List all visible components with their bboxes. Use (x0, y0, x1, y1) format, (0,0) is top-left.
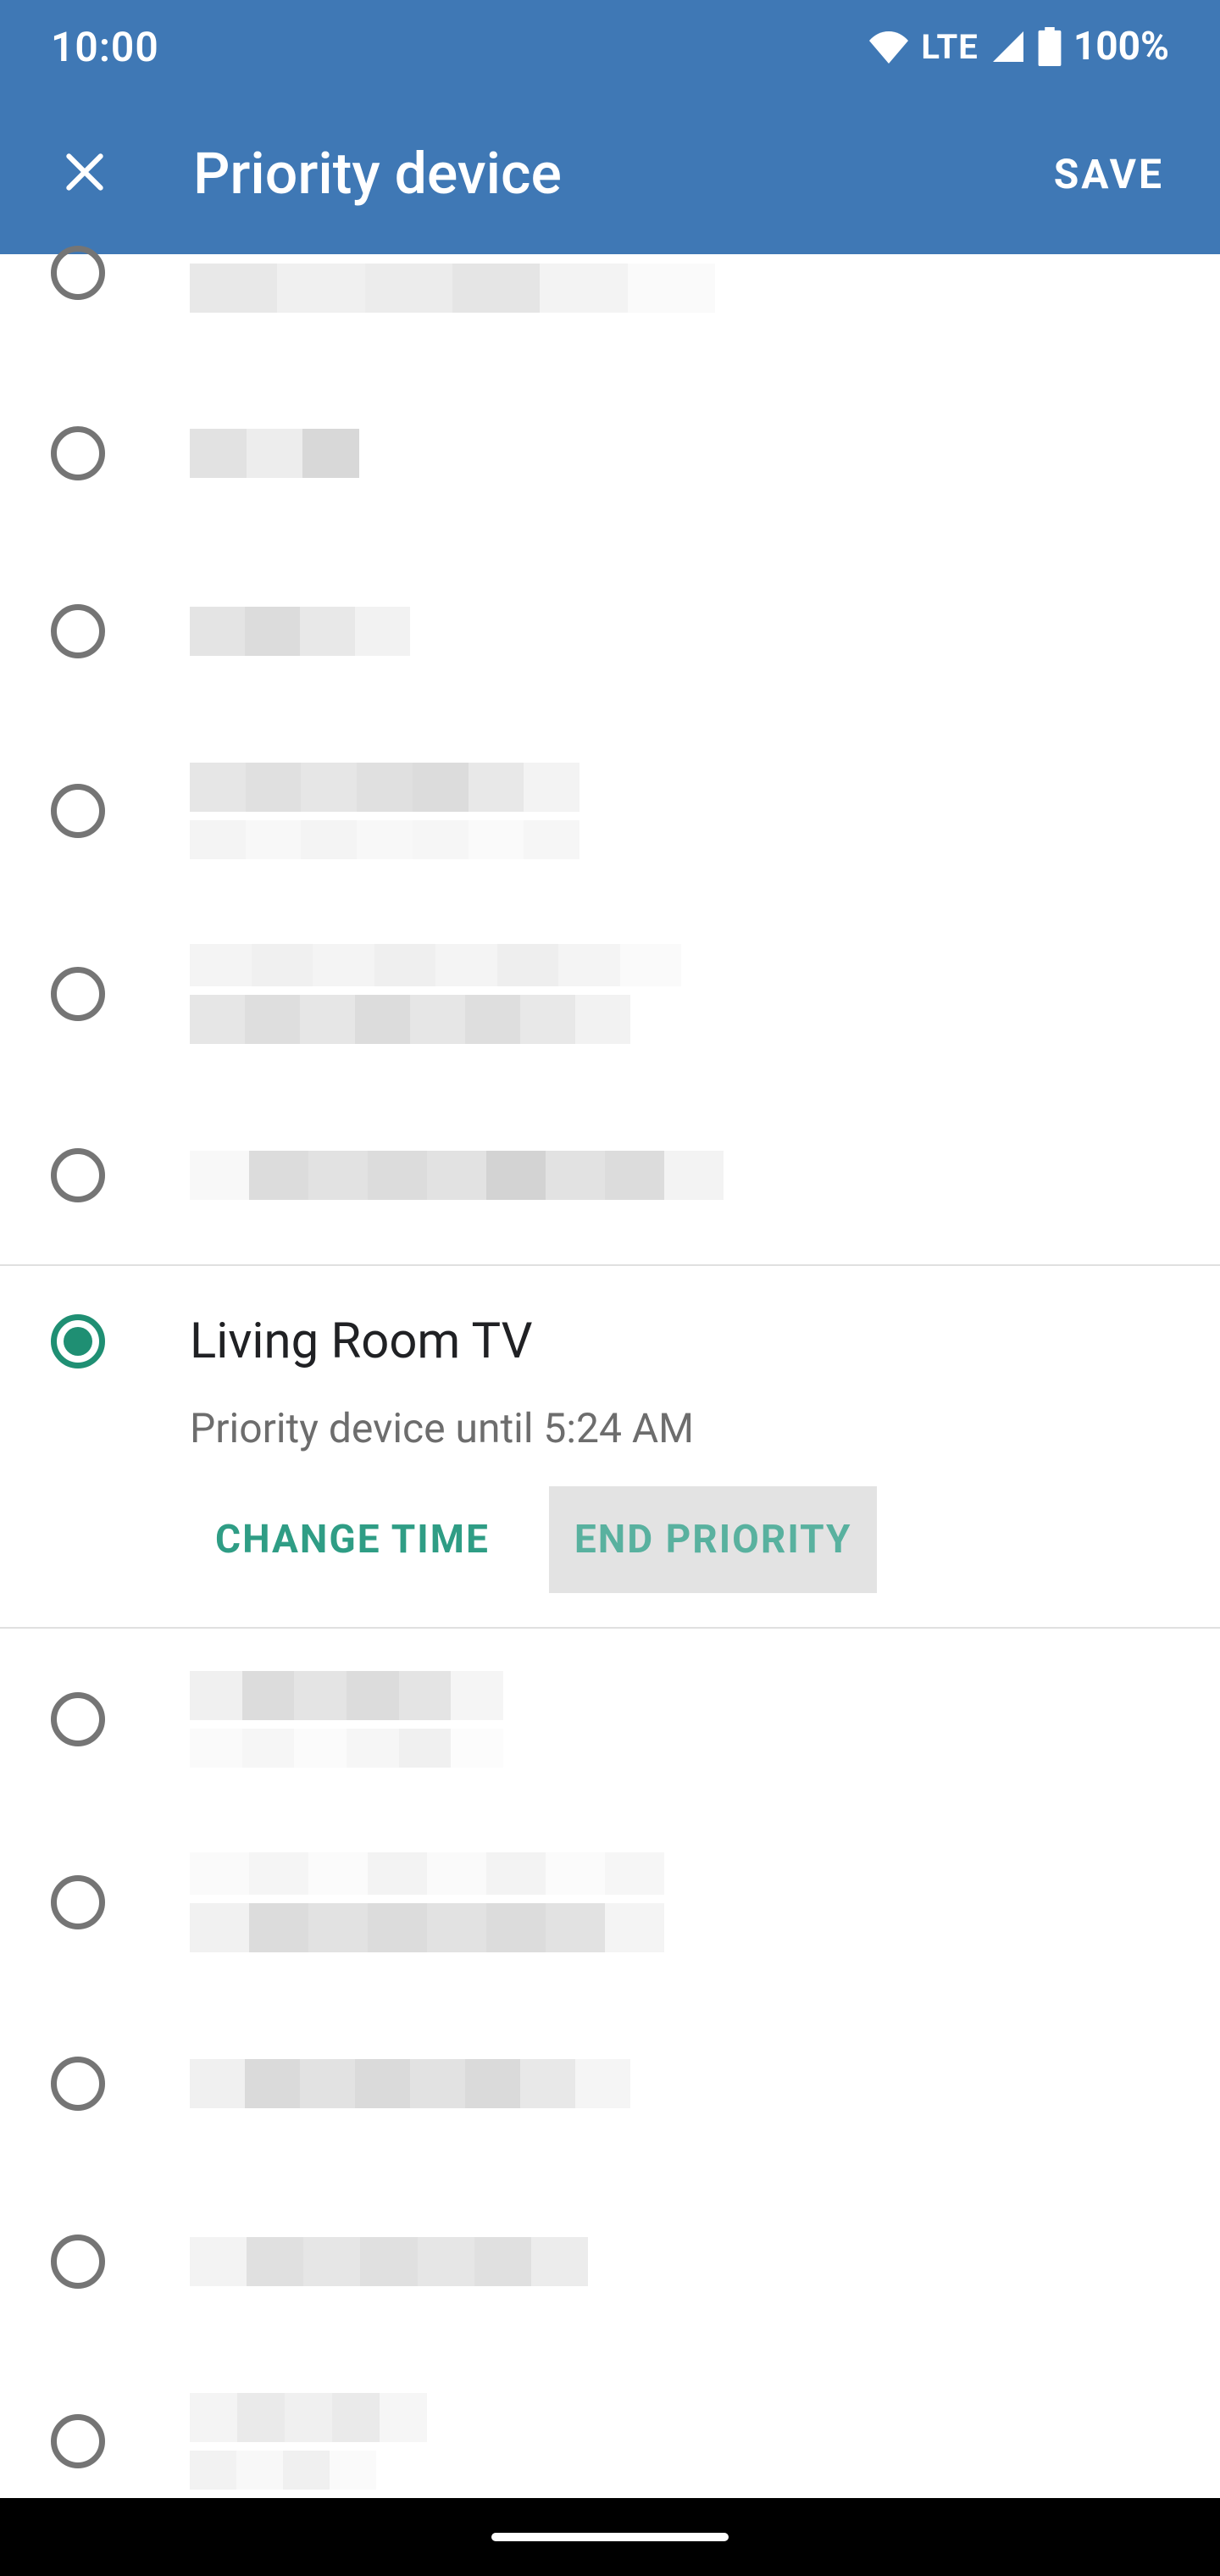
status-right: LTE 100% (868, 24, 1169, 69)
list-item[interactable] (0, 542, 1220, 720)
radio-unchecked[interactable] (51, 246, 105, 300)
list-item[interactable] (0, 254, 1220, 364)
list-item[interactable] (0, 1810, 1220, 1995)
selected-device-actions: CHANGE TIME END PRIORITY (190, 1486, 1169, 1593)
list-item[interactable] (0, 1995, 1220, 2173)
list-item[interactable] (0, 720, 1220, 902)
close-button[interactable] (44, 133, 125, 214)
redacted-label (190, 264, 1169, 313)
list-item[interactable] (0, 364, 1220, 542)
redacted-label (190, 2237, 1169, 2286)
app-bar: Priority device SAVE (0, 93, 1220, 254)
battery-icon (1038, 27, 1062, 66)
save-button[interactable]: SAVE (1042, 133, 1176, 215)
cellular-icon (990, 30, 1026, 64)
selected-device-subtitle: Priority device until 5:24 AM (190, 1404, 1169, 1452)
list-item[interactable] (0, 1629, 1220, 1810)
close-icon (61, 148, 108, 199)
list-item[interactable] (0, 902, 1220, 1086)
selected-device-name: Living Room TV (190, 1313, 533, 1370)
redacted-label (190, 763, 1169, 859)
list-item[interactable] (0, 2173, 1220, 2351)
radio-unchecked[interactable] (51, 1148, 105, 1202)
radio-unchecked[interactable] (51, 426, 105, 480)
redacted-label (190, 2059, 1169, 2108)
list-item[interactable] (0, 1086, 1220, 1264)
redacted-label (190, 1671, 1169, 1768)
end-priority-button[interactable]: END PRIORITY (549, 1486, 878, 1593)
page-title: Priority device (193, 140, 1042, 208)
radio-unchecked[interactable] (51, 1875, 105, 1929)
radio-unchecked[interactable] (51, 604, 105, 658)
system-nav-bar (0, 2498, 1220, 2576)
wifi-icon (868, 30, 909, 64)
redacted-label (190, 1852, 1169, 1952)
status-time: 10:00 (51, 23, 159, 71)
radio-unchecked[interactable] (51, 2057, 105, 2111)
battery-percentage: 100% (1073, 24, 1169, 69)
redacted-label (190, 1151, 1169, 1200)
radio-unchecked[interactable] (51, 1692, 105, 1746)
radio-unchecked[interactable] (51, 2414, 105, 2468)
radio-unchecked[interactable] (51, 967, 105, 1021)
screen-root: 10:00 LTE 100% Priority device SAVE (0, 0, 1220, 2576)
home-indicator[interactable] (491, 2533, 729, 2541)
selected-device-item[interactable]: Living Room TV Priority device until 5:2… (0, 1266, 1220, 1627)
radio-checked[interactable] (51, 1314, 105, 1368)
radio-unchecked[interactable] (51, 784, 105, 838)
device-list: Living Room TV Priority device until 5:2… (0, 254, 1220, 2532)
redacted-label (190, 944, 1169, 1044)
network-label: LTE (921, 27, 978, 67)
change-time-button[interactable]: CHANGE TIME (190, 1486, 515, 1593)
status-bar: 10:00 LTE 100% (0, 0, 1220, 93)
redacted-label (190, 607, 1169, 656)
redacted-label (190, 2393, 1169, 2490)
redacted-label (190, 429, 1169, 478)
radio-unchecked[interactable] (51, 2235, 105, 2289)
